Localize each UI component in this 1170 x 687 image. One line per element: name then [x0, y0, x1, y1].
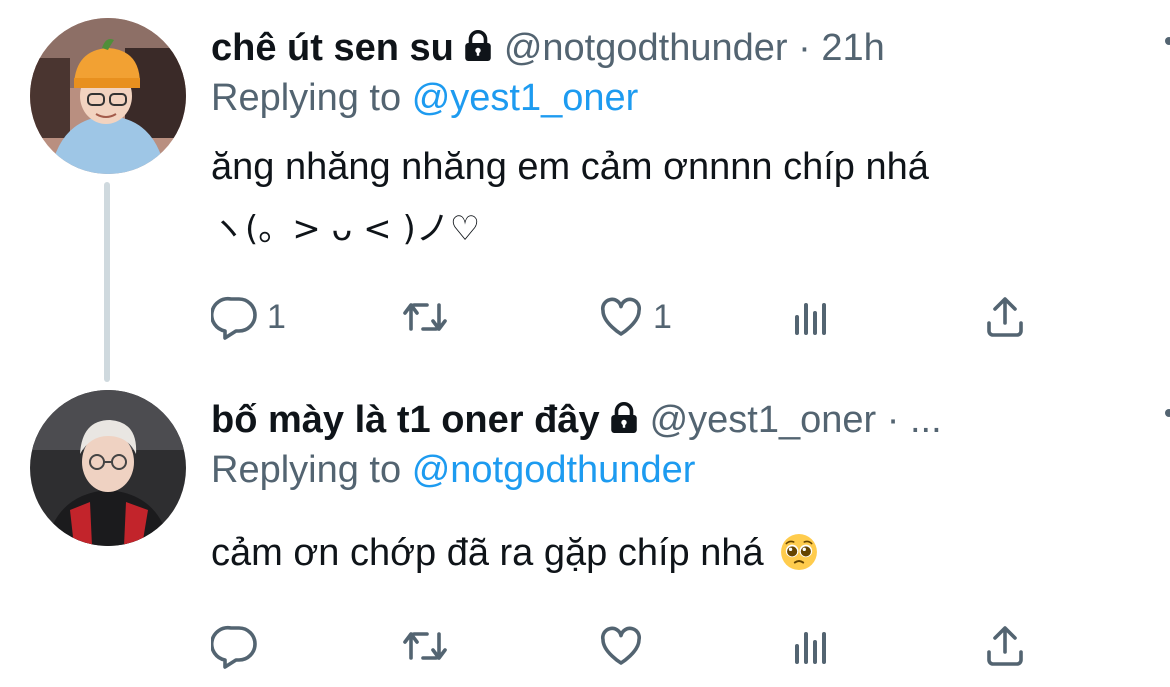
like-icon: [600, 297, 642, 336]
tweet-text-line-2: ヽ(。> ᴗ < )ノ♡: [211, 209, 481, 249]
tweet-header: bố mày là t1 oner đây @yest1_oner · ...: [211, 397, 942, 443]
share-button[interactable]: [981, 616, 1029, 676]
lock-icon: [465, 30, 491, 61]
lock-icon: [610, 402, 637, 433]
timestamp[interactable]: 21h: [821, 27, 884, 69]
like-button[interactable]: 1: [597, 287, 672, 347]
retweet-button[interactable]: [401, 616, 457, 676]
analytics-icon: [795, 303, 826, 335]
tweet-text-content: cảm ơn chớp đã ra gặp chíp nhá: [211, 532, 764, 574]
replying-prefix: Replying to: [211, 449, 402, 491]
replying-to: Replying to @notgodthunder: [211, 447, 695, 493]
retweet-icon: [403, 632, 447, 660]
replying-to: Replying to @yest1_oner: [211, 75, 638, 121]
timestamp[interactable]: ...: [910, 399, 942, 441]
analytics-icon: [795, 632, 826, 664]
share-icon: [987, 626, 1023, 666]
replying-prefix: Replying to: [211, 77, 402, 119]
replying-mention[interactable]: @notgodthunder: [412, 449, 696, 491]
share-icon: [987, 297, 1023, 337]
pleading-face-emoji: [781, 534, 818, 570]
share-button[interactable]: [981, 287, 1029, 347]
retweet-icon: [403, 303, 447, 331]
tweet-actions: 1 1: [211, 287, 1031, 347]
thread-line: [104, 182, 110, 382]
replying-mention[interactable]: @yest1_oner: [412, 77, 639, 119]
analytics-button[interactable]: [787, 616, 835, 676]
tweet-2[interactable]: bố mày là t1 oner đây @yest1_oner · ... R…: [211, 397, 1170, 687]
separator-dot: ·: [886, 399, 900, 441]
display-name[interactable]: bố mày là t1 oner đây: [211, 399, 600, 441]
tweet-actions: [211, 616, 1031, 676]
analytics-button[interactable]: [787, 287, 835, 347]
handle[interactable]: @notgodthunder: [504, 27, 788, 69]
tweet-text-line-1: ăng nhăng nhăng em cảm ơnnnn chíp nhá: [211, 146, 929, 188]
more-icon[interactable]: [1161, 31, 1170, 51]
reply-icon: [211, 296, 257, 340]
reply-button[interactable]: 1: [211, 287, 286, 347]
like-count: 1: [653, 297, 672, 336]
tweet-header: chê út sen su @notgodthunder · 21h: [211, 25, 885, 71]
reply-count: 1: [267, 297, 286, 336]
reply-icon: [211, 625, 257, 669]
reply-button[interactable]: [211, 616, 267, 676]
like-icon: [600, 626, 642, 665]
tweet-1[interactable]: chê út sen su @notgodthunder · 21h Replyi…: [211, 25, 1170, 347]
avatar[interactable]: [30, 390, 186, 546]
separator-dot: ·: [798, 27, 811, 69]
retweet-button[interactable]: [401, 287, 457, 347]
display-name[interactable]: chê út sen su: [211, 27, 454, 69]
avatar[interactable]: [30, 18, 186, 174]
tweet-text: cảm ơn chớp đã ra gặp chíp nhá: [211, 525, 818, 581]
handle[interactable]: @yest1_oner: [650, 399, 877, 441]
more-icon[interactable]: [1161, 403, 1170, 423]
like-button[interactable]: [597, 616, 653, 676]
